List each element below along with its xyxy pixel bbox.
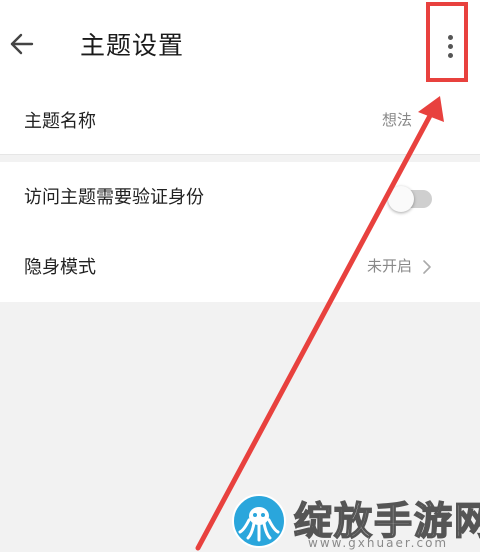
theme-name-row[interactable]: 主题名称 想法 [0, 92, 480, 152]
verify-identity-toggle[interactable] [388, 186, 432, 212]
stealth-mode-value: 未开启 [366, 257, 412, 275]
stealth-mode-row[interactable]: 隐身模式 未开启 [0, 238, 480, 298]
arrow-left-icon [10, 33, 34, 55]
watermark-url: www.gxhuaer.com [308, 536, 449, 550]
highlight-annotation-box [426, 2, 468, 82]
theme-name-value: 想法 [381, 111, 412, 129]
theme-name-section: 主题名称 想法 [0, 92, 480, 155]
chevron-right-icon [423, 260, 431, 274]
theme-name-label: 主题名称 [24, 111, 96, 132]
stealth-mode-label: 隐身模式 [24, 257, 96, 278]
app-header: 主题设置 [0, 0, 480, 92]
page-title: 主题设置 [80, 31, 185, 60]
access-settings-section: 访问主题需要验证身份 隐身模式 未开启 [0, 162, 480, 302]
octopus-logo-icon [232, 494, 286, 548]
back-button[interactable] [4, 26, 40, 62]
toggle-knob [388, 186, 414, 212]
verify-identity-row: 访问主题需要验证身份 [0, 168, 480, 228]
verify-identity-label: 访问主题需要验证身份 [24, 187, 204, 208]
watermark: 绽放手游网 www.gxhuaer.com [228, 490, 480, 552]
